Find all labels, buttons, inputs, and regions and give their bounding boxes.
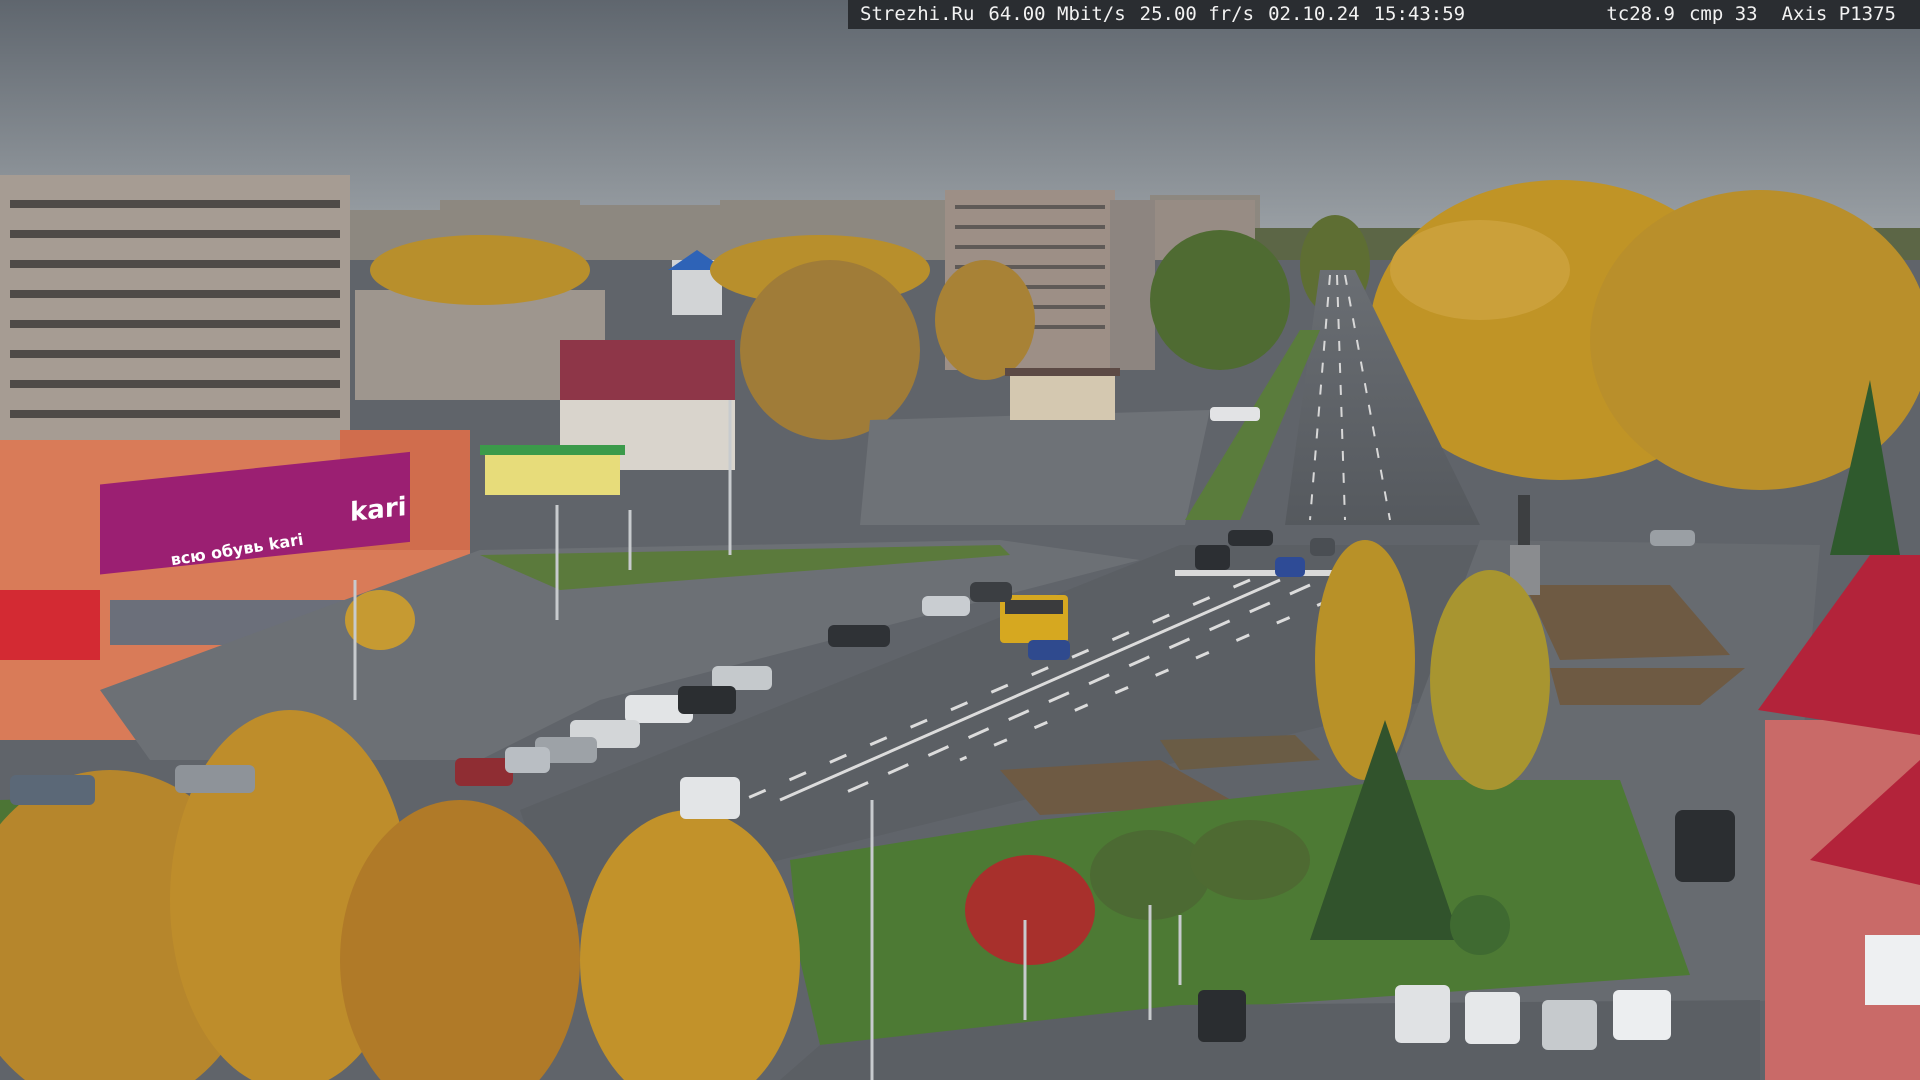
car — [922, 596, 970, 616]
date: 02.10.24 — [1268, 3, 1360, 25]
car — [1195, 545, 1230, 570]
car — [1228, 530, 1273, 546]
car — [970, 582, 1012, 602]
bitrate: 64.00 Mbit/s — [988, 3, 1126, 25]
temperature: tc28.9 — [1606, 3, 1675, 25]
upper-square — [860, 410, 1210, 525]
car — [1310, 538, 1335, 556]
site-name: Strezhi.Ru — [860, 3, 975, 25]
car — [1395, 985, 1450, 1043]
framerate: 25.00 fr/s — [1139, 3, 1255, 25]
camera-model: Axis P1375 — [1781, 3, 1896, 25]
car — [1210, 407, 1260, 421]
car — [505, 747, 550, 773]
car — [828, 625, 890, 647]
dark-van — [1675, 810, 1735, 882]
compression: cmp 33 — [1688, 3, 1758, 25]
car — [1613, 990, 1671, 1040]
green-kiosk — [485, 450, 620, 495]
right-building — [1765, 720, 1920, 1080]
store-logo-sign: kari — [350, 492, 407, 528]
car — [1650, 530, 1695, 546]
time: 15:43:59 — [1373, 3, 1466, 25]
car — [1465, 992, 1520, 1044]
camera-info-overlay: Strezhi.Ru 64.00 Mbit/s 25.00 fr/s 02.10… — [848, 0, 1920, 29]
car — [1542, 1000, 1597, 1050]
car — [1198, 990, 1246, 1042]
car — [1275, 557, 1305, 577]
car — [1028, 640, 1070, 660]
square-building — [1010, 370, 1115, 420]
car — [175, 765, 255, 793]
car — [10, 775, 95, 805]
car — [680, 777, 740, 819]
car — [455, 758, 513, 786]
car — [678, 686, 736, 714]
